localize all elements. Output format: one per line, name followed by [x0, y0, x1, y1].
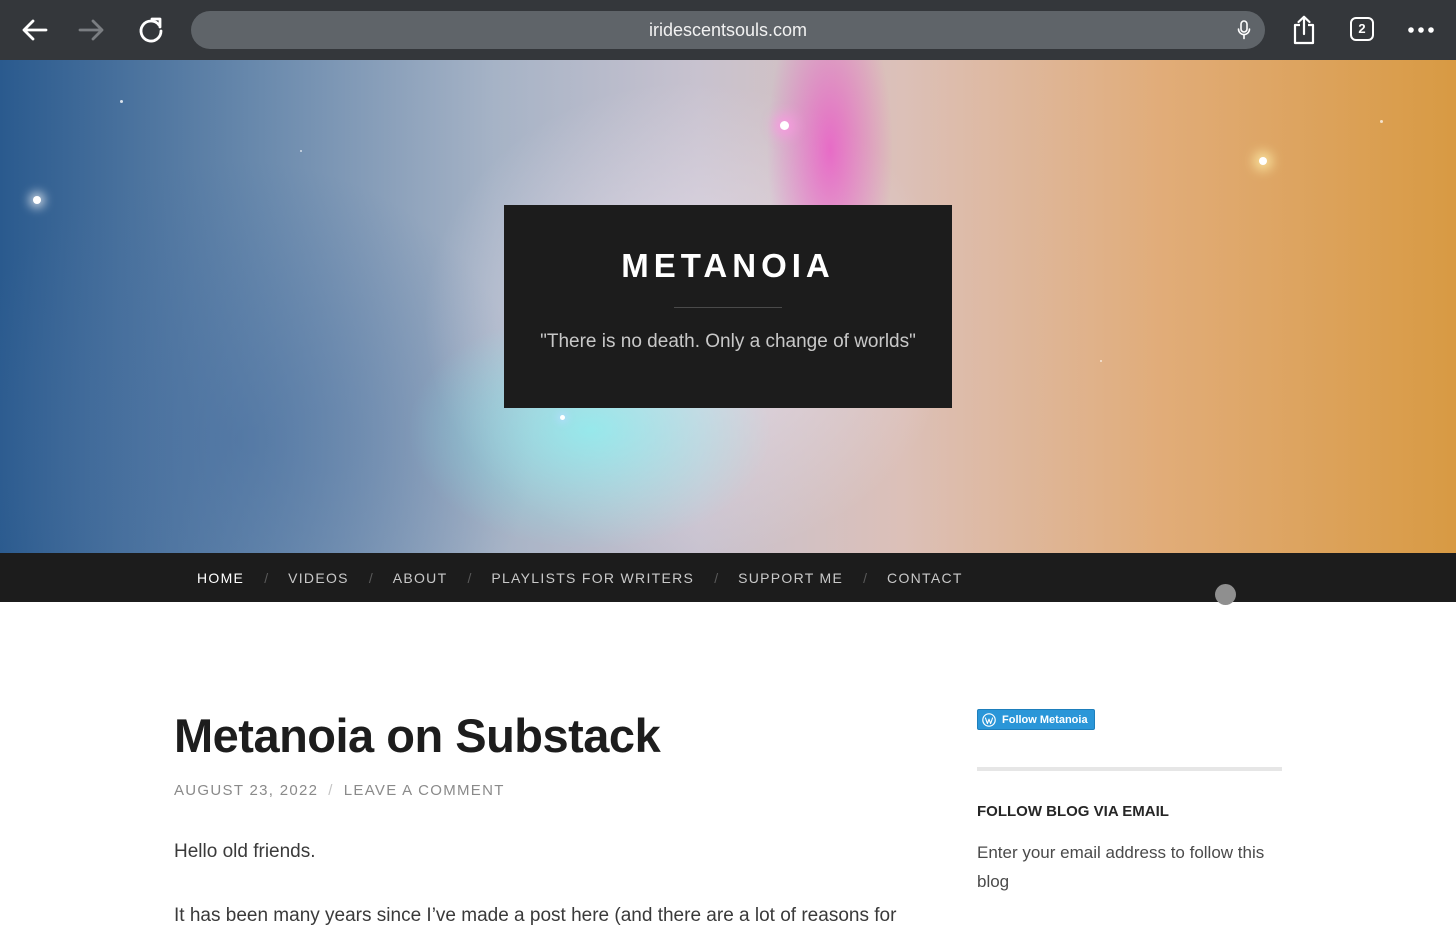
email-widget-title: FOLLOW BLOG VIA EMAIL — [977, 803, 1169, 820]
post-meta: AUGUST 23, 2022 / LEAVE A COMMENT — [174, 782, 505, 799]
nav-separator: / — [264, 569, 269, 586]
nav-item-about[interactable]: ABOUT — [393, 570, 448, 586]
nav-separator: / — [467, 569, 472, 586]
url-text[interactable]: iridescentsouls.com — [191, 11, 1265, 49]
microphone-icon[interactable] — [1237, 20, 1251, 40]
nav-separator: / — [863, 569, 868, 586]
star — [1380, 120, 1383, 123]
tabs-icon[interactable]: 2 — [1350, 17, 1374, 41]
follow-button-label: Follow Metanoia — [1002, 713, 1088, 726]
post-paragraph: Hello old friends. — [174, 841, 316, 862]
address-bar[interactable]: iridescentsouls.com — [191, 11, 1265, 49]
share-icon[interactable] — [1286, 12, 1322, 48]
post-title[interactable]: Metanoia on Substack — [174, 708, 661, 763]
leave-comment-link[interactable]: LEAVE A COMMENT — [344, 782, 505, 799]
header-image: METANOIA "There is no death. Only a chan… — [0, 60, 1456, 553]
post-date[interactable]: AUGUST 23, 2022 — [174, 782, 318, 799]
star — [1100, 360, 1102, 362]
nav-separator: / — [368, 569, 373, 586]
title-divider — [674, 307, 782, 308]
reload-icon[interactable] — [133, 12, 169, 48]
star — [560, 415, 565, 420]
nav-item-contact[interactable]: CONTACT — [887, 570, 963, 586]
star — [33, 196, 41, 204]
more-icon[interactable] — [1403, 12, 1439, 48]
touch-cursor-indicator — [1215, 584, 1236, 605]
meta-separator: / — [328, 782, 334, 799]
nav-item-home[interactable]: HOME — [197, 570, 244, 586]
star — [780, 121, 789, 130]
nav-item-videos[interactable]: VIDEOS — [288, 570, 349, 586]
follow-button[interactable]: Follow Metanoia — [977, 709, 1095, 730]
browser-toolbar: iridescentsouls.com 2 — [0, 0, 1456, 60]
star — [120, 100, 123, 103]
post-paragraph: It has been many years since I’ve made a… — [174, 905, 897, 926]
nav-item-support-me[interactable]: SUPPORT ME — [738, 570, 843, 586]
nav-item-playlists-for-writers[interactable]: PLAYLISTS FOR WRITERS — [491, 570, 694, 586]
star — [1259, 157, 1267, 165]
site-description: "There is no death. Only a change of wor… — [540, 331, 916, 352]
nav-list: HOME / VIDEOS / ABOUT / PLAYLISTS FOR WR… — [197, 553, 963, 602]
nav-separator: / — [714, 569, 719, 586]
site-title[interactable]: METANOIA — [504, 247, 952, 285]
site-branding: METANOIA "There is no death. Only a chan… — [504, 205, 952, 408]
widget-divider — [977, 767, 1282, 771]
star — [300, 150, 302, 152]
forward-arrow-icon[interactable] — [74, 12, 110, 48]
email-widget-text: Enter your email address to follow this … — [977, 843, 1265, 891]
wordpress-icon — [982, 712, 996, 727]
back-arrow-icon[interactable] — [16, 12, 52, 48]
primary-nav: HOME / VIDEOS / ABOUT / PLAYLISTS FOR WR… — [0, 553, 1456, 602]
